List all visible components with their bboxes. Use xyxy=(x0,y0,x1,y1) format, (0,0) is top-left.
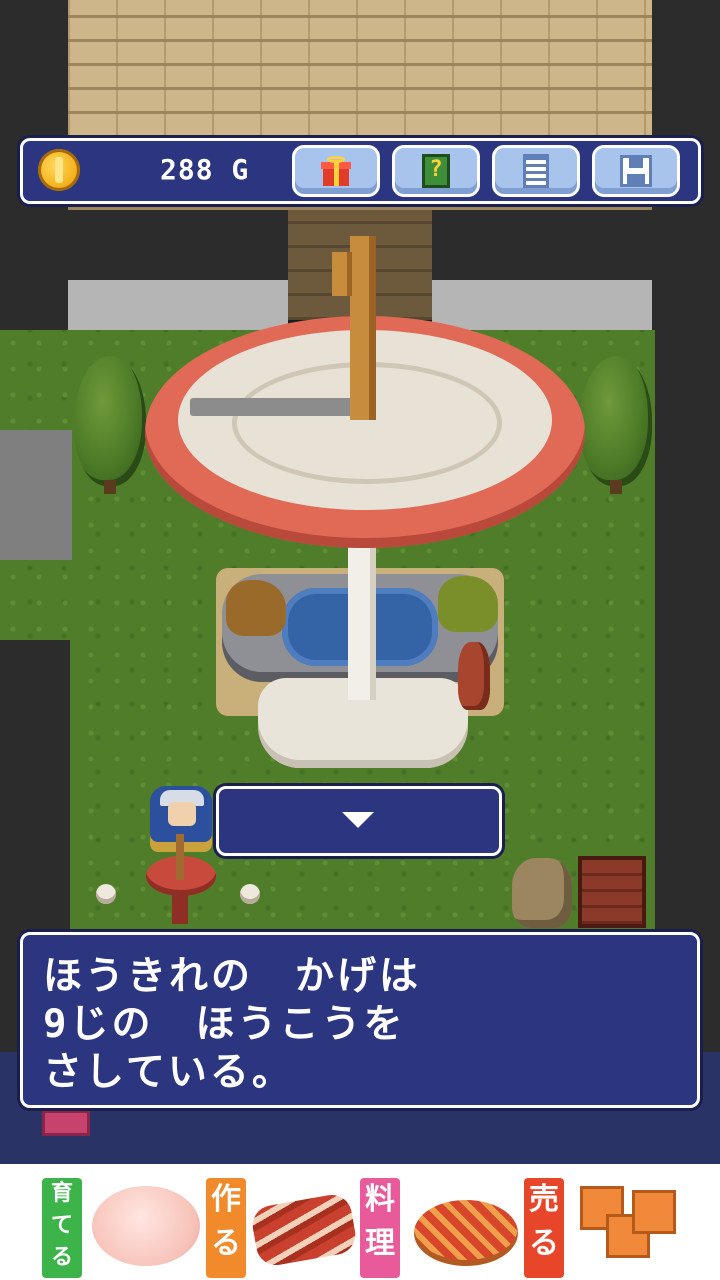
list-icon xyxy=(523,154,549,188)
garden-back-wall xyxy=(68,280,288,336)
bush-left xyxy=(226,580,286,636)
message-line-3: さしている。 xyxy=(43,1050,294,1095)
pig-icon[interactable] xyxy=(92,1186,200,1266)
present-button[interactable] xyxy=(292,145,380,197)
grain-sack[interactable] xyxy=(512,858,572,928)
small-stick xyxy=(176,834,184,880)
list-button[interactable] xyxy=(492,145,580,197)
down-arrow-icon xyxy=(342,812,374,828)
stool-right xyxy=(240,884,260,904)
stick-shadow xyxy=(190,398,376,416)
bush-right xyxy=(438,576,498,632)
tree-left xyxy=(74,356,146,486)
message-line-1: ほうきれの かげは xyxy=(43,954,422,999)
tree-trunk-right xyxy=(610,480,622,494)
save-button[interactable] xyxy=(592,145,680,197)
hint-button[interactable]: ? xyxy=(392,145,480,197)
broom-stick-branch xyxy=(332,252,352,296)
message-window[interactable]: ほうきれの かげは 9じの ほうこうを さしている。 xyxy=(20,932,700,1108)
ad-tag-make[interactable]: 作る xyxy=(206,1178,246,1278)
pie-icon[interactable] xyxy=(414,1200,518,1266)
treasure-chest[interactable] xyxy=(578,856,646,928)
gold-counter: 288 G xyxy=(160,153,250,186)
message-line-2: 9じの ほうこうを xyxy=(43,1002,406,1047)
stool-left xyxy=(96,884,116,904)
hero-face xyxy=(168,802,196,826)
ad-tag-sell[interactable]: 売る xyxy=(524,1178,564,1278)
hint-book-icon: ? xyxy=(422,154,450,188)
side-room-left xyxy=(0,430,72,560)
table-leg xyxy=(172,892,188,924)
save-floppy-icon xyxy=(620,155,652,187)
tree-trunk-left xyxy=(104,480,116,494)
crate-icon-3[interactable] xyxy=(632,1190,676,1234)
tree-right xyxy=(580,356,652,486)
red-vase[interactable] xyxy=(458,642,490,710)
gift-icon xyxy=(321,156,351,186)
garden-back-wall-right xyxy=(432,280,652,336)
broom-stick[interactable] xyxy=(350,236,376,420)
sundial-stand xyxy=(348,540,376,700)
coin-icon xyxy=(38,149,80,191)
book-item-icon xyxy=(42,1110,90,1136)
ad-tag-raise[interactable]: 育てる xyxy=(42,1178,82,1278)
ad-tag-cook[interactable]: 料理 xyxy=(360,1178,400,1278)
